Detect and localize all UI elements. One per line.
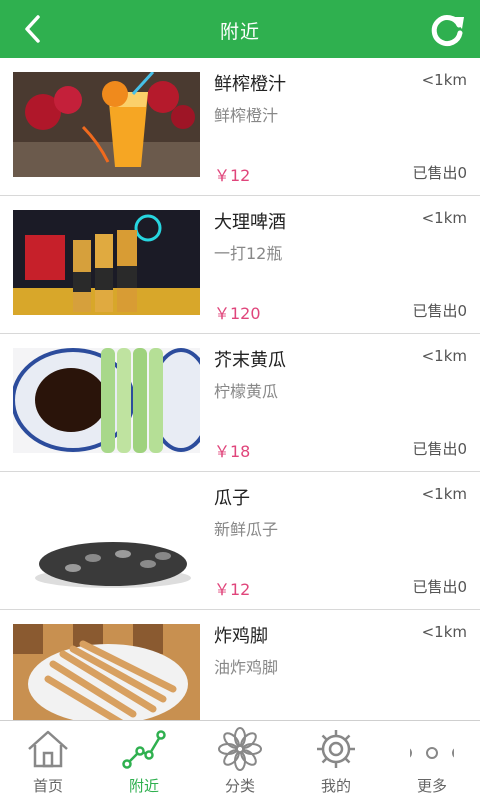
tab-label: 更多 (416, 777, 447, 795)
item-price: ￥18 (214, 442, 251, 461)
item-distance: <1km (421, 209, 467, 227)
top-bar: 附近 (0, 0, 480, 58)
tab-label: 我的 (320, 777, 351, 795)
item-sold-count: 已售出0 (412, 302, 467, 320)
list-item[interactable]: 芥末黄瓜 柠檬黄瓜 <1km ￥18 已售出0 (0, 334, 480, 472)
item-distance: <1km (421, 485, 467, 503)
cucumber-image (13, 348, 200, 453)
gear-icon (317, 730, 355, 768)
tab-label: 分类 (224, 777, 255, 795)
more-dots-icon (410, 747, 454, 759)
item-price: ￥12 (214, 580, 251, 599)
list-item[interactable]: 瓜子 新鲜瓜子 <1km ￥12 已售出0 (0, 472, 480, 610)
tab-label: 附近 (128, 777, 159, 795)
item-name: 鲜榨橙汁 (214, 74, 286, 95)
list-item[interactable]: 大理啤酒 一打12瓶 <1km ￥120 已售出0 (0, 196, 480, 334)
nearby-route-icon (122, 730, 166, 769)
item-price: ￥120 (214, 304, 261, 323)
item-sold-count: 已售出0 (412, 164, 467, 182)
item-desc: 柠檬黄瓜 (214, 382, 279, 401)
home-icon (28, 730, 68, 768)
refresh-icon[interactable] (428, 11, 466, 49)
item-name: 芥末黄瓜 (214, 350, 286, 371)
tab-more[interactable]: 更多 (384, 721, 480, 800)
tab-mine[interactable]: 我的 (288, 721, 384, 800)
item-name: 瓜子 (214, 488, 250, 509)
item-name: 炸鸡脚 (214, 626, 268, 647)
item-name: 大理啤酒 (214, 212, 286, 233)
item-distance: <1km (421, 347, 467, 365)
flower-category-icon (218, 727, 262, 771)
item-sold-count: 已售出0 (412, 578, 467, 596)
item-distance: <1km (421, 623, 467, 641)
product-list: 鲜榨橙汁 鲜榨橙汁 <1km ￥12 已售出0 大理啤酒 一打12瓶 <1km … (0, 58, 480, 720)
tab-nearby[interactable]: 附近 (96, 721, 192, 800)
orange-juice-image (13, 72, 200, 177)
tab-category[interactable]: 分类 (192, 721, 288, 800)
item-distance: <1km (421, 71, 467, 89)
tab-label: 首页 (32, 777, 63, 795)
item-desc: 油炸鸡脚 (214, 658, 279, 677)
tab-home[interactable]: 首页 (0, 721, 96, 800)
list-item[interactable]: 鲜榨橙汁 鲜榨橙汁 <1km ￥12 已售出0 (0, 58, 480, 196)
beer-image (13, 210, 200, 315)
bottom-tab-bar: 首页 附近 分类 我的 更多 (0, 720, 480, 800)
item-desc: 新鲜瓜子 (214, 520, 279, 539)
fried-chicken-feet-image (13, 624, 200, 720)
item-sold-count: 已售出0 (412, 440, 467, 458)
sunflower-seeds-image (13, 486, 200, 591)
item-desc: 鲜榨橙汁 (214, 106, 279, 125)
item-price: ￥12 (214, 166, 251, 185)
list-item[interactable]: 炸鸡脚 油炸鸡脚 <1km (0, 610, 480, 720)
item-desc: 一打12瓶 (214, 244, 283, 263)
page-title: 附近 (219, 21, 260, 43)
